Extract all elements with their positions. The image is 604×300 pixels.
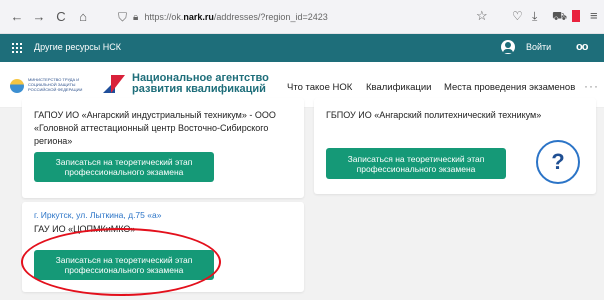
nav-what-is-nok[interactable]: Что такое НОК	[287, 82, 352, 93]
home-icon[interactable]: ⌂	[74, 8, 92, 26]
org-name: ГБПОУ ИО «Ангарский политехнический техн…	[326, 110, 542, 120]
ministry-logo-icon	[10, 79, 24, 93]
exam-center-card: ГБПОУ ИО «Ангарский политехнический техн…	[314, 98, 596, 194]
pocket-icon[interactable]: ♡	[512, 9, 523, 23]
register-theory-button[interactable]: Записаться на теоретический этап професс…	[34, 250, 214, 280]
flag-icon[interactable]	[572, 10, 580, 22]
exam-center-card: г. Иркутск, ул. Лыткина, д.75 «а» ГАУ ИО…	[22, 202, 304, 292]
lock-icon: 🔒︎	[133, 11, 139, 23]
nark-logo-icon[interactable]	[103, 75, 127, 95]
grid-icon[interactable]	[12, 43, 22, 53]
shield-icon: ⛉	[118, 9, 128, 24]
menu-icon[interactable]: ≡	[590, 8, 598, 23]
register-theory-button[interactable]: Записаться на теоретический этап професс…	[34, 152, 214, 182]
forward-icon[interactable]: →	[30, 8, 48, 26]
star-icon[interactable]: ☆	[476, 8, 488, 24]
help-icon[interactable]: ?	[536, 140, 580, 184]
nav-exam-places[interactable]: Места проведения экзаменов	[444, 82, 575, 93]
other-resources-link[interactable]: Другие ресурсы НСК	[34, 42, 121, 52]
org-name: ГАПОУ ИО «Ангарский индустриальный техни…	[34, 110, 276, 146]
nav-qualifications[interactable]: Квалификации	[366, 82, 431, 93]
org-name: ГАУ ИО «ЦОПМКиМКО»	[34, 224, 136, 234]
url-text: https://ok.nark.ru/addresses/?region_id=…	[144, 12, 328, 22]
more-icon[interactable]: ···	[584, 79, 599, 93]
download-icon[interactable]: ⤓	[532, 9, 537, 24]
exam-center-card: ГАПОУ ИО «Ангарский индустриальный техни…	[22, 98, 304, 198]
browser-toolbar: ← → C ⌂ ⛉ 🔒︎ https://ok.nark.ru/addresse…	[0, 0, 604, 34]
reload-icon[interactable]: C	[52, 8, 70, 26]
back-icon[interactable]: ←	[8, 8, 26, 26]
user-icon[interactable]	[501, 40, 515, 54]
register-theory-button[interactable]: Записаться на теоретический этап професс…	[326, 148, 506, 179]
top-strip: Другие ресурсы НСК Войти oo	[0, 34, 604, 62]
address-link[interactable]: г. Иркутск, ул. Лыткина, д.75 «а»	[34, 210, 161, 220]
accessibility-glasses-icon[interactable]: oo	[576, 41, 588, 53]
brand-name[interactable]: Национальное агентство развития квалифик…	[132, 73, 269, 95]
cart-icon[interactable]: ⛟	[552, 9, 567, 25]
ministry-text: МИНИСТЕРСТВО ТРУДА И СОЦИАЛЬНОЙ ЗАЩИТЫ Р…	[28, 77, 83, 92]
address-bar[interactable]: ⛉ 🔒︎ https://ok.nark.ru/addresses/?regio…	[118, 6, 444, 28]
login-link[interactable]: Войти	[526, 42, 551, 52]
